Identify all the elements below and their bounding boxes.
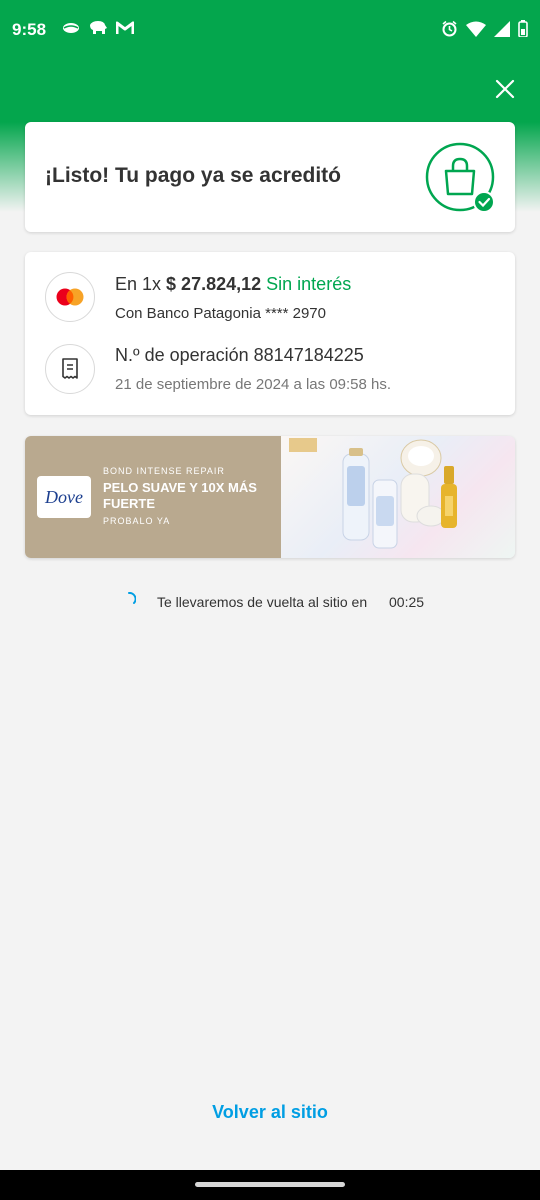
installments: En 1x — [115, 274, 162, 294]
card-info: Con Banco Patagonia **** 2970 — [115, 305, 326, 322]
dove-products-illustration — [342, 439, 457, 549]
payment-amount: $ 27.824,12 — [166, 274, 262, 294]
status-bar: 9:58 — [0, 0, 540, 62]
payment-summary: En 1x $ 27.824,12 Sin interés — [115, 274, 351, 295]
payment-card: En 1x $ 27.824,12 Sin interés Con Banco … — [25, 252, 515, 415]
mastercard-icon — [45, 272, 95, 322]
receipt-icon — [45, 344, 95, 394]
operation-number: N.º de operación 88147184225 — [115, 345, 364, 365]
banner-product-image — [281, 436, 515, 558]
ad-banner[interactable]: Dove BOND INTENSE REPAIR PELO SUAVE Y 10… — [25, 436, 515, 558]
success-title: ¡Listo! Tu pago ya se acreditó — [45, 164, 341, 187]
status-time: 9:58 — [12, 20, 47, 39]
close-icon[interactable] — [492, 76, 518, 102]
countdown-text: Te llevaremos de vuelta al sitio en — [157, 594, 368, 610]
leaf-app-icon — [63, 22, 79, 33]
system-icons — [441, 20, 528, 37]
battery-icon — [518, 20, 528, 37]
back-to-site-link[interactable]: Volver al sitio — [0, 1102, 540, 1123]
wifi-icon — [466, 21, 486, 37]
dove-logo: Dove — [37, 476, 91, 518]
gmail-icon — [116, 21, 134, 34]
navigation-bar — [0, 1170, 540, 1200]
signal-icon — [494, 20, 510, 37]
loading-spinner-icon — [128, 592, 136, 604]
shopping-bag-check-icon — [425, 142, 495, 213]
alarm-icon — [442, 20, 457, 37]
banner-headline: PELO SUAVE Y 10X MÁS FUERTE — [103, 480, 257, 511]
banner-cta: PROBALO YA — [103, 516, 171, 526]
notification-icons — [62, 20, 134, 35]
success-card: ¡Listo! Tu pago ya se acreditó — [25, 122, 515, 232]
gesture-handle[interactable] — [195, 1182, 345, 1187]
elephant-app-icon — [90, 21, 107, 34]
header — [0, 62, 540, 122]
operation-date: 21 de septiembre de 2024 a las 09:58 hs. — [115, 376, 392, 393]
new-badge — [289, 438, 317, 452]
banner-tagline: BOND INTENSE REPAIR — [103, 466, 225, 476]
interest-label: Sin interés — [266, 274, 352, 294]
redirect-countdown: Te llevaremos de vuelta al sitio en 00:2… — [0, 592, 540, 616]
banner-text-panel: Dove BOND INTENSE REPAIR PELO SUAVE Y 10… — [25, 436, 281, 558]
countdown-time: 00:25 — [389, 594, 425, 610]
